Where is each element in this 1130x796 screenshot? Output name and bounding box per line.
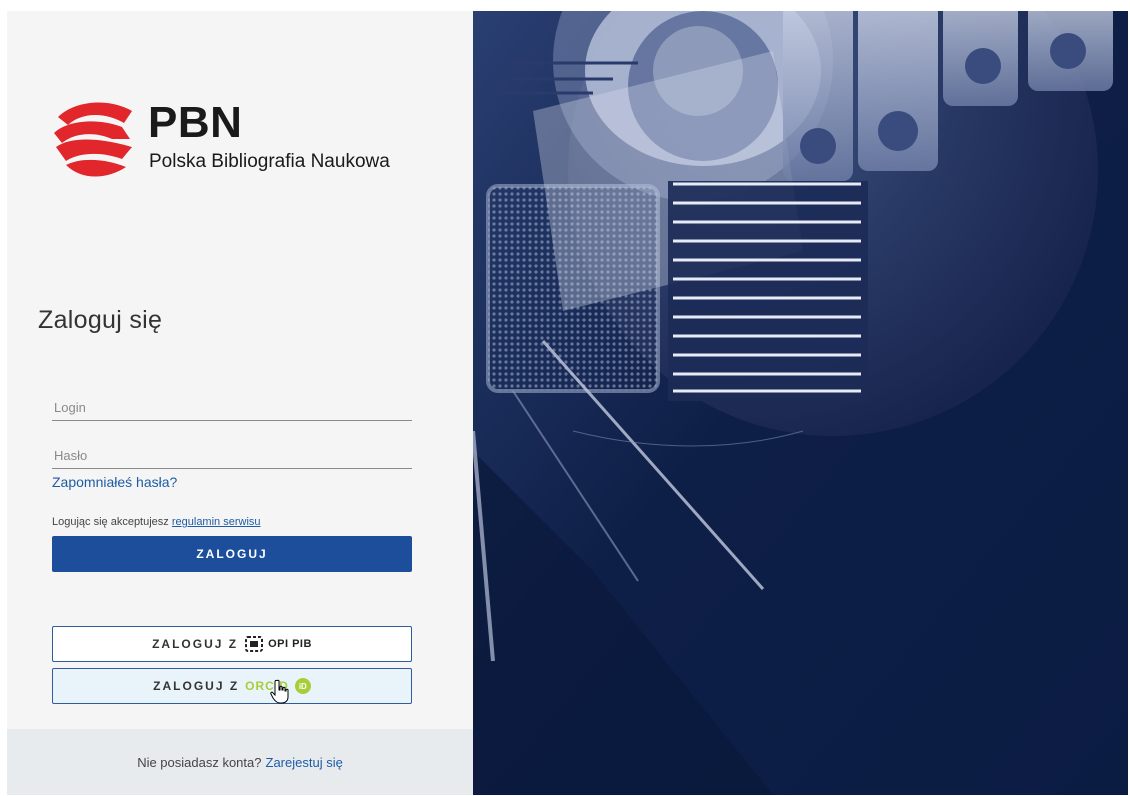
login-input[interactable] bbox=[52, 397, 414, 417]
logo-title: PBN bbox=[148, 98, 243, 147]
pbn-logo-icon bbox=[54, 102, 132, 177]
login-panel: PBN Polska Bibliografia Naukowa Zaloguj … bbox=[7, 11, 473, 795]
pbn-logo: PBN Polska Bibliografia Naukowa bbox=[52, 95, 432, 185]
opi-pib-logo: OPI PIB bbox=[244, 635, 312, 653]
document-lines bbox=[668, 181, 868, 401]
orcid-id-icon: iD bbox=[294, 678, 311, 694]
password-input[interactable] bbox=[52, 445, 414, 465]
login-orcid-label: ZALOGUJ Z bbox=[153, 679, 240, 693]
forgot-password-link[interactable]: Zapomniałeś hasła? bbox=[52, 474, 177, 490]
illustration-artwork bbox=[473, 11, 1128, 795]
password-field bbox=[52, 438, 414, 469]
login-button[interactable]: ZALOGUJ bbox=[52, 536, 412, 572]
logo-subtitle: Polska Bibliografia Naukowa bbox=[149, 151, 390, 172]
login-orcid-button[interactable]: ZALOGUJ Z ORCID iD bbox=[52, 668, 412, 704]
register-link[interactable]: Zarejestuj się bbox=[266, 755, 343, 770]
page-title: Zaloguj się bbox=[38, 306, 163, 334]
terms-prefix: Logując się akceptujesz bbox=[52, 516, 169, 528]
opi-pib-logo-icon bbox=[245, 636, 264, 652]
hand-pointer-icon bbox=[270, 679, 289, 704]
hero-illustration bbox=[473, 11, 1128, 795]
opi-pib-text: OPI PIB bbox=[268, 638, 312, 650]
register-footer: Nie posiadasz konta? Zarejestuj się bbox=[7, 729, 473, 795]
login-field bbox=[52, 390, 414, 421]
login-page: PBN Polska Bibliografia Naukowa Zaloguj … bbox=[7, 11, 1128, 795]
terms-link[interactable]: regulamin serwisu bbox=[172, 516, 261, 528]
register-prompt: Nie posiadasz konta? bbox=[137, 754, 262, 770]
login-opi-label: ZALOGUJ Z bbox=[152, 637, 239, 651]
login-opi-button[interactable]: ZALOGUJ Z OPI PIB bbox=[52, 626, 412, 662]
terms-notice: Logując się akceptujesz regulamin serwis… bbox=[52, 516, 261, 528]
